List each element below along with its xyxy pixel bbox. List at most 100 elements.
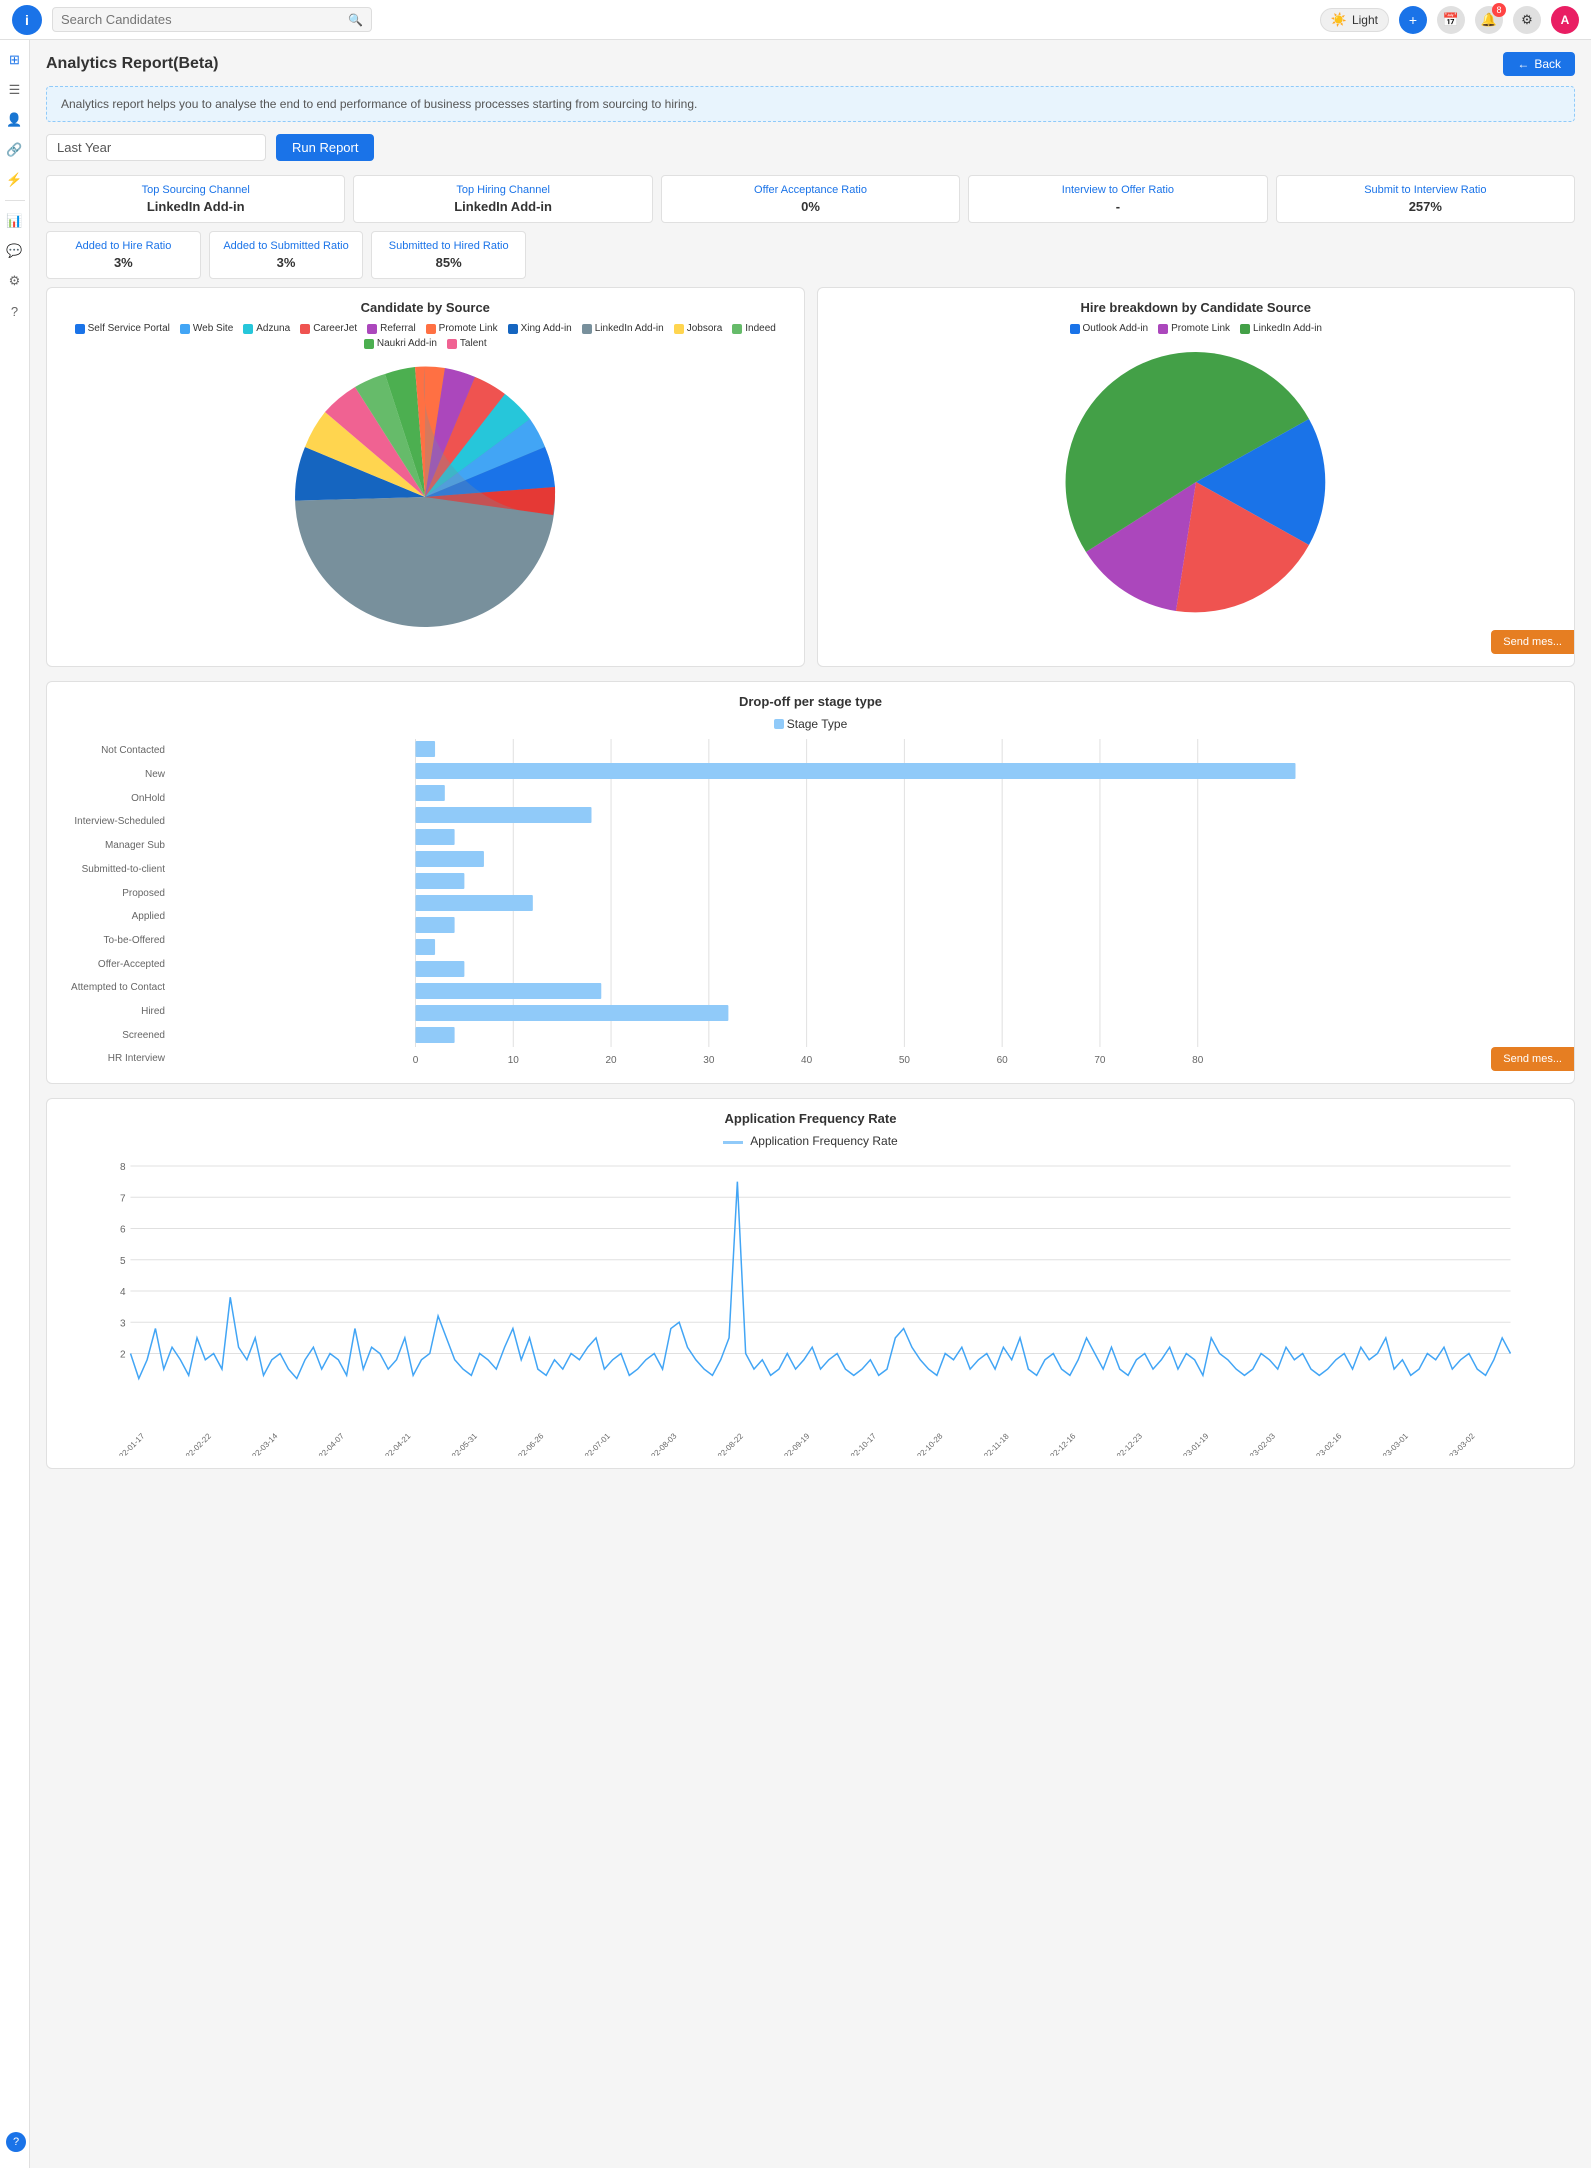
candidate-by-source-chart: Candidate by Source Self Service PortalW… <box>46 287 805 667</box>
svg-text:2022-07-01: 2022-07-01 <box>577 1431 613 1456</box>
legend-item: Self Service Portal <box>75 323 170 334</box>
line-chart-legend: Application Frequency Rate <box>723 1134 897 1148</box>
line-chart-svg: 87654322022-01-172022-02-222022-03-14202… <box>63 1156 1558 1456</box>
svg-text:70: 70 <box>1094 1055 1106 1066</box>
page-title: Analytics Report(Beta) <box>46 55 218 73</box>
svg-text:2022-11-18: 2022-11-18 <box>976 1431 1011 1456</box>
svg-text:2022-08-03: 2022-08-03 <box>643 1431 679 1456</box>
bar-label: Interview-Scheduled <box>63 811 165 833</box>
search-icon: 🔍 <box>348 13 363 27</box>
run-report-button[interactable]: Run Report <box>276 134 374 161</box>
svg-text:2022-10-28: 2022-10-28 <box>909 1431 945 1456</box>
legend-item: Talent <box>447 338 487 349</box>
stat-value: LinkedIn Add-in <box>59 199 332 214</box>
bar-svg: 01020304050607080 <box>173 739 1558 1067</box>
chart2-title: Hire breakdown by Candidate Source <box>830 300 1563 315</box>
svg-text:6: 6 <box>120 1225 126 1236</box>
bar-label: OnHold <box>63 787 165 809</box>
svg-text:2023-02-16: 2023-02-16 <box>1308 1431 1344 1456</box>
bar-y-axis: Not ContactedNewOnHoldInterview-Schedule… <box>63 739 173 1071</box>
sidebar-item-settings[interactable]: ⚙ <box>3 269 27 293</box>
filter-row: Last Year Run Report <box>46 134 1575 161</box>
calendar-icon[interactable]: 📅 <box>1437 6 1465 34</box>
stat-label: Offer Acceptance Ratio <box>674 184 947 196</box>
svg-text:2022-03-14: 2022-03-14 <box>244 1431 280 1456</box>
legend-item: Indeed <box>732 323 776 334</box>
sidebar-item-help[interactable]: ? <box>3 299 27 323</box>
sidebar-item-chart[interactable]: 📊 <box>3 209 27 233</box>
sidebar-item-people[interactable]: 👤 <box>3 108 27 132</box>
svg-text:2022-04-07: 2022-04-07 <box>311 1431 347 1456</box>
avatar[interactable]: A <box>1551 6 1579 34</box>
send-message-button-2[interactable]: Send mes... <box>1491 1047 1574 1071</box>
pie-chart-1 <box>285 357 565 637</box>
sidebar-item-lightning[interactable]: ⚡ <box>3 168 27 192</box>
stat-card: Top Sourcing ChannelLinkedIn Add-in <box>46 175 345 223</box>
notif-badge: 8 <box>1492 3 1506 17</box>
info-banner: Analytics report helps you to analyse th… <box>46 86 1575 122</box>
svg-text:3: 3 <box>120 1318 126 1329</box>
bar-chart-legend: Stage Type <box>774 717 848 731</box>
bar-chart-card: Drop-off per stage type Stage Type Not C… <box>46 681 1575 1084</box>
stat-value: LinkedIn Add-in <box>366 199 639 214</box>
settings-icon[interactable]: ⚙ <box>1513 6 1541 34</box>
search-box[interactable]: 🔍 <box>52 7 372 32</box>
notifications-button[interactable]: 🔔 8 <box>1475 6 1503 34</box>
theme-label: Light <box>1352 13 1378 27</box>
bar-label: Submitted-to-client <box>63 858 165 880</box>
back-button[interactable]: ← Back <box>1503 52 1575 76</box>
bar-label: HR Interview <box>63 1048 165 1070</box>
line-chart-card: Application Frequency Rate Application F… <box>46 1098 1575 1469</box>
svg-text:2022-05-31: 2022-05-31 <box>444 1431 480 1456</box>
bar-label: Screened <box>63 1024 165 1046</box>
sidebar-item-link[interactable]: 🔗 <box>3 138 27 162</box>
svg-text:0: 0 <box>413 1055 419 1066</box>
sidebar-item-dashboard[interactable]: ⊞ <box>3 48 27 72</box>
legend-item: LinkedIn Add-in <box>582 323 664 334</box>
svg-text:2023-02-03: 2023-02-03 <box>1242 1431 1278 1456</box>
stat-card: Top Hiring Channel LinkedIn Add-in <box>353 175 652 223</box>
stat-label: Submitted to Hired Ratio <box>384 240 513 252</box>
bar-chart-container: Not ContactedNewOnHoldInterview-Schedule… <box>63 739 1558 1071</box>
main-content: Analytics Report(Beta) ← Back Analytics … <box>30 40 1591 1495</box>
stat-label: Top Hiring Channel <box>366 184 639 196</box>
bar-label: Manager Sub <box>63 835 165 857</box>
line-svg: 87654322022-01-172022-02-222022-03-14202… <box>63 1156 1558 1456</box>
topbar-right: ☀️ Light + 📅 🔔 8 ⚙ A <box>1320 6 1579 34</box>
app-logo: i <box>12 5 42 35</box>
stat-cards-row2: Added to Hire Ratio3%Added to Submitted … <box>46 231 526 279</box>
hire-breakdown-chart: Hire breakdown by Candidate Source Outlo… <box>817 287 1576 667</box>
svg-text:2: 2 <box>120 1350 126 1361</box>
topbar: i 🔍 ☀️ Light + 📅 🔔 8 ⚙ A <box>0 0 1591 40</box>
charts-row: Candidate by Source Self Service PortalW… <box>46 287 1575 667</box>
bar-chart-area: 01020304050607080 <box>173 739 1558 1071</box>
svg-text:30: 30 <box>703 1055 715 1066</box>
stat-cards-row1: Top Sourcing ChannelLinkedIn Add-inTop H… <box>46 175 1575 223</box>
stat-card: Submit to Interview Ratio257% <box>1276 175 1575 223</box>
stat-card: Interview to Offer Ratio- <box>968 175 1267 223</box>
svg-text:5: 5 <box>120 1256 126 1267</box>
legend-item: LinkedIn Add-in <box>1240 323 1322 334</box>
pie-chart-2 <box>1056 342 1336 622</box>
legend-item: Jobsora <box>674 323 723 334</box>
stat-label: Added to Hire Ratio <box>59 240 188 252</box>
send-message-button-1[interactable]: Send mes... <box>1491 630 1574 654</box>
sidebar-item-chat[interactable]: 💬 <box>3 239 27 263</box>
add-button[interactable]: + <box>1399 6 1427 34</box>
bar-label: To-be-Offered <box>63 929 165 951</box>
line-chart-title: Application Frequency Rate <box>63 1111 1558 1126</box>
svg-text:2022-08-22: 2022-08-22 <box>710 1431 746 1456</box>
bar-label: Offer-Accepted <box>63 953 165 975</box>
svg-text:2022-12-16: 2022-12-16 <box>1042 1431 1078 1456</box>
chart2-legend: Outlook Add-inPromote LinkLinkedIn Add-i… <box>830 323 1563 334</box>
search-input[interactable] <box>61 12 344 27</box>
theme-toggle[interactable]: ☀️ Light <box>1320 8 1389 32</box>
svg-text:50: 50 <box>899 1055 911 1066</box>
sidebar-item-list[interactable]: ☰ <box>3 78 27 102</box>
time-filter-select[interactable]: Last Year <box>46 134 266 161</box>
bar-label: Proposed <box>63 882 165 904</box>
svg-text:7: 7 <box>120 1193 126 1204</box>
svg-text:40: 40 <box>801 1055 813 1066</box>
legend-item: Adzuna <box>243 323 290 334</box>
help-button[interactable]: ? <box>6 2132 26 2152</box>
